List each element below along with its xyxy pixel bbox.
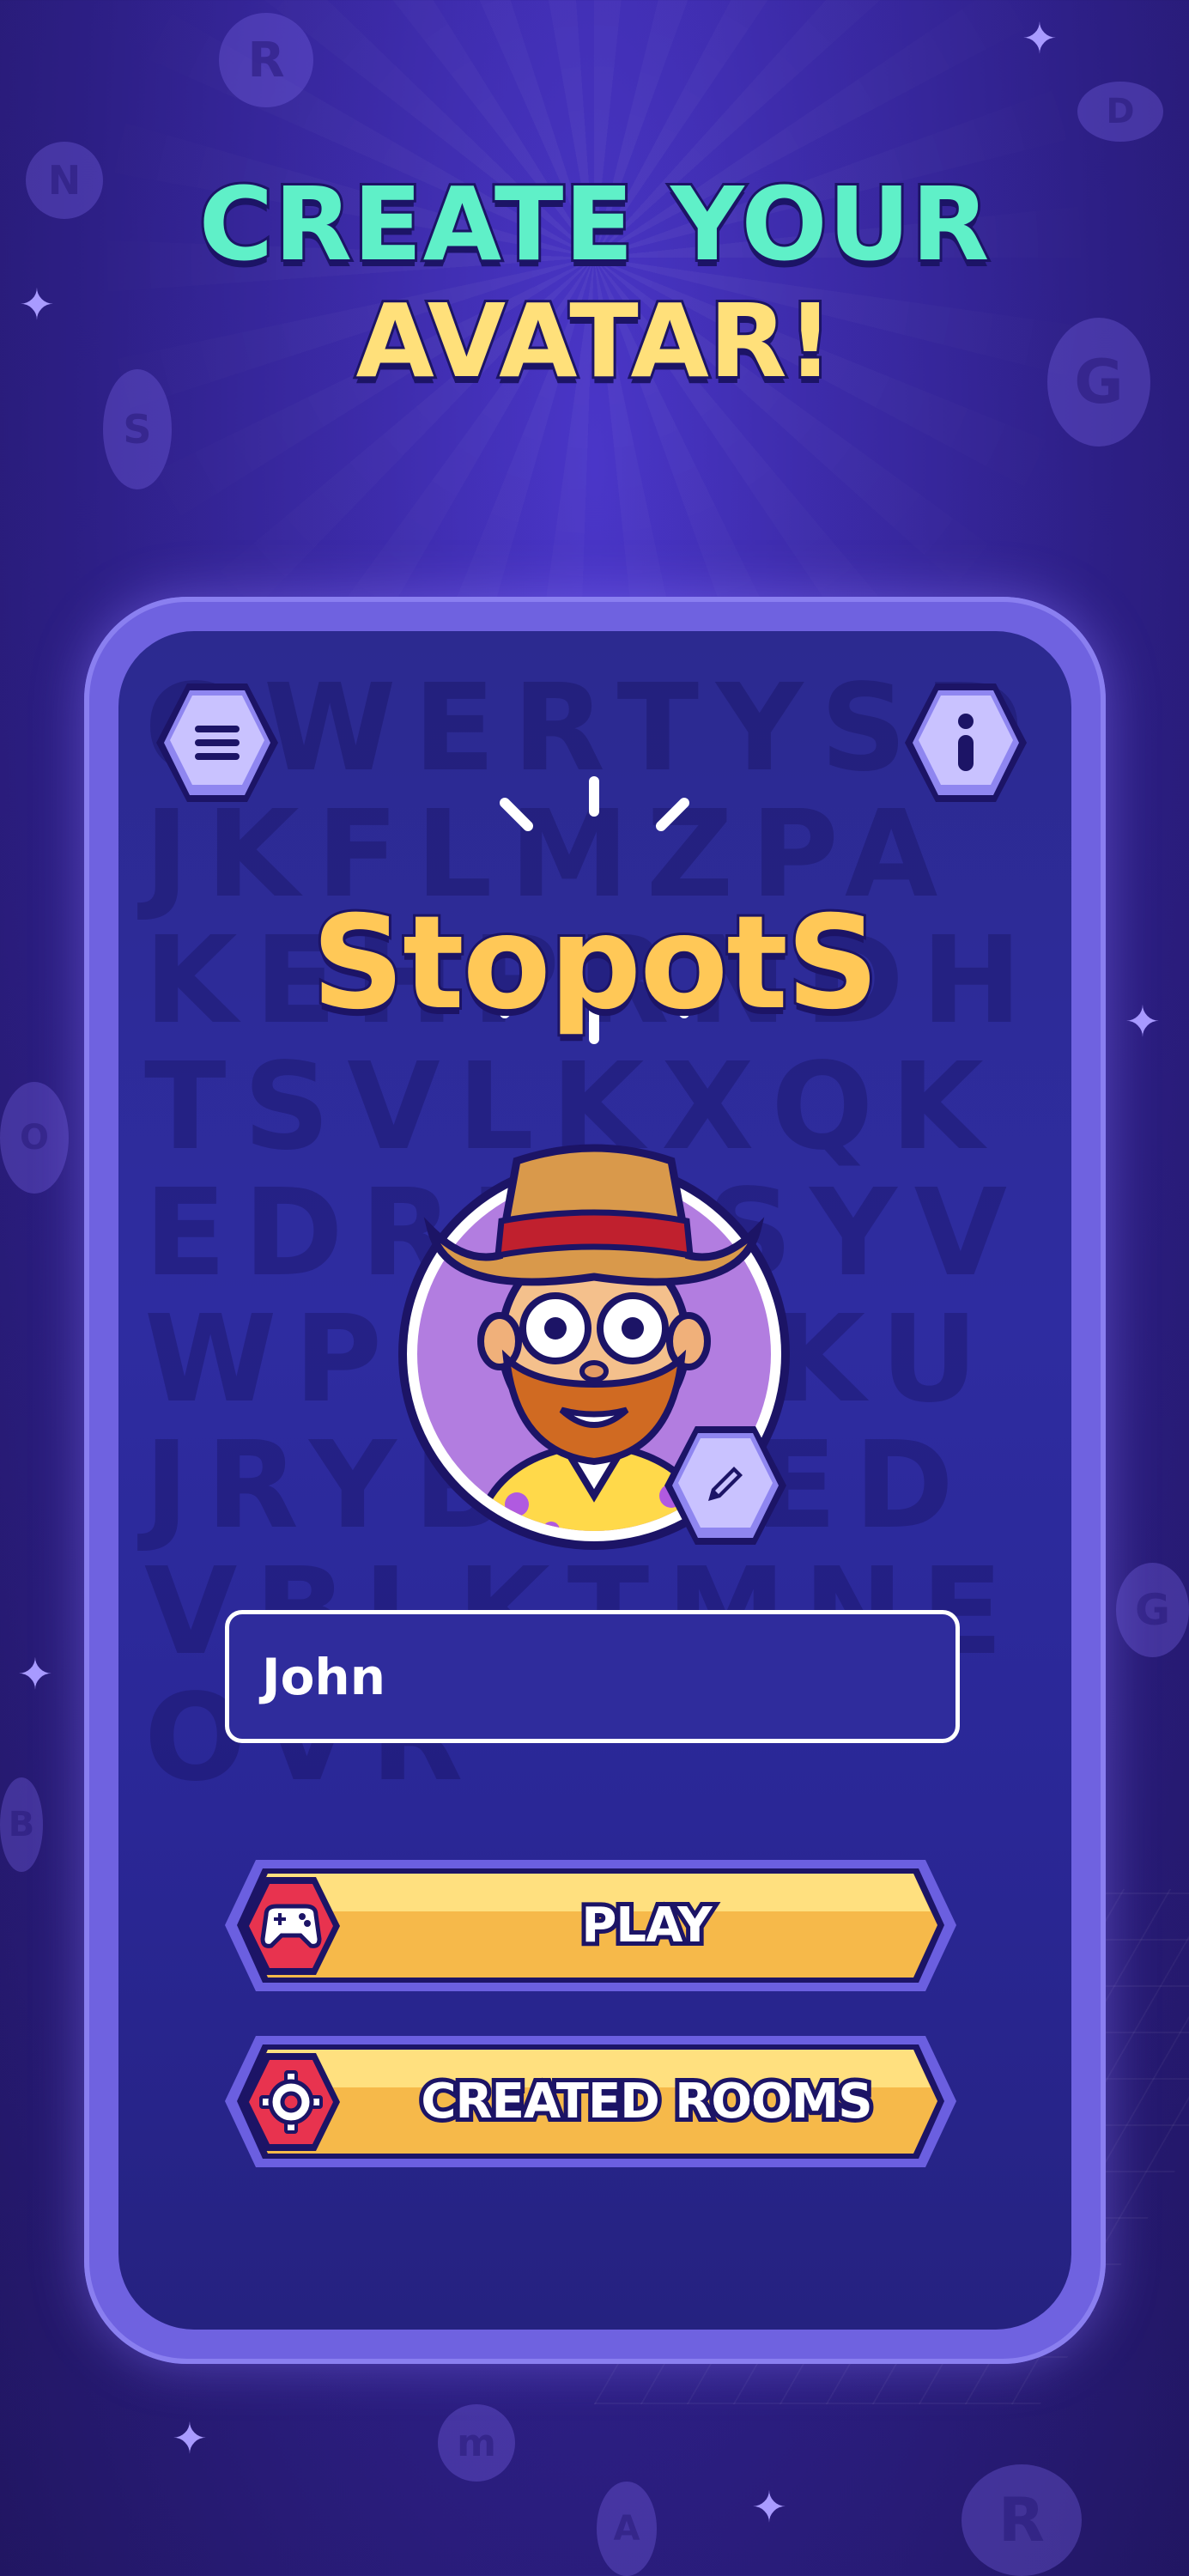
sparkle-icon: ✦ <box>17 1649 53 1699</box>
decor-coin: G <box>1116 1563 1189 1657</box>
sparkle-icon: ✦ <box>1022 14 1058 64</box>
decor-coin: R <box>219 13 313 107</box>
player-name-field[interactable]: John <box>225 1610 960 1743</box>
info-icon <box>958 714 974 771</box>
decor-coin: D <box>1077 82 1163 142</box>
created-rooms-button[interactable]: CREATED ROOMS <box>221 2031 960 2172</box>
decor-coin: m <box>438 2404 515 2482</box>
sparkle-icon: ✦ <box>751 2482 787 2532</box>
player-name-value: John <box>262 1647 386 1706</box>
hamburger-icon <box>195 726 240 760</box>
edit-avatar-button[interactable] <box>661 1421 790 1550</box>
app-logo: StopotS <box>309 886 882 1041</box>
sparkle-icon: ✦ <box>172 2414 208 2464</box>
headline-line-1: CREATE YOUR <box>197 165 992 283</box>
menu-button[interactable] <box>153 678 282 807</box>
play-button-label: PLAY <box>577 1893 716 1958</box>
pencil-icon <box>708 1467 743 1501</box>
info-button[interactable] <box>901 678 1030 807</box>
decor-coin: O <box>0 1082 69 1194</box>
decor-coin: B <box>0 1777 43 1872</box>
created-rooms-button-label: CREATED ROOMS <box>416 2069 877 2134</box>
decor-coin: A <box>597 2482 657 2576</box>
decor-coin: R <box>962 2464 1082 2576</box>
page-headline: CREATE YOUR AVATAR! <box>0 165 1189 400</box>
play-button[interactable]: PLAY <box>221 1855 960 1996</box>
headline-line-2: AVATAR! <box>353 281 835 400</box>
